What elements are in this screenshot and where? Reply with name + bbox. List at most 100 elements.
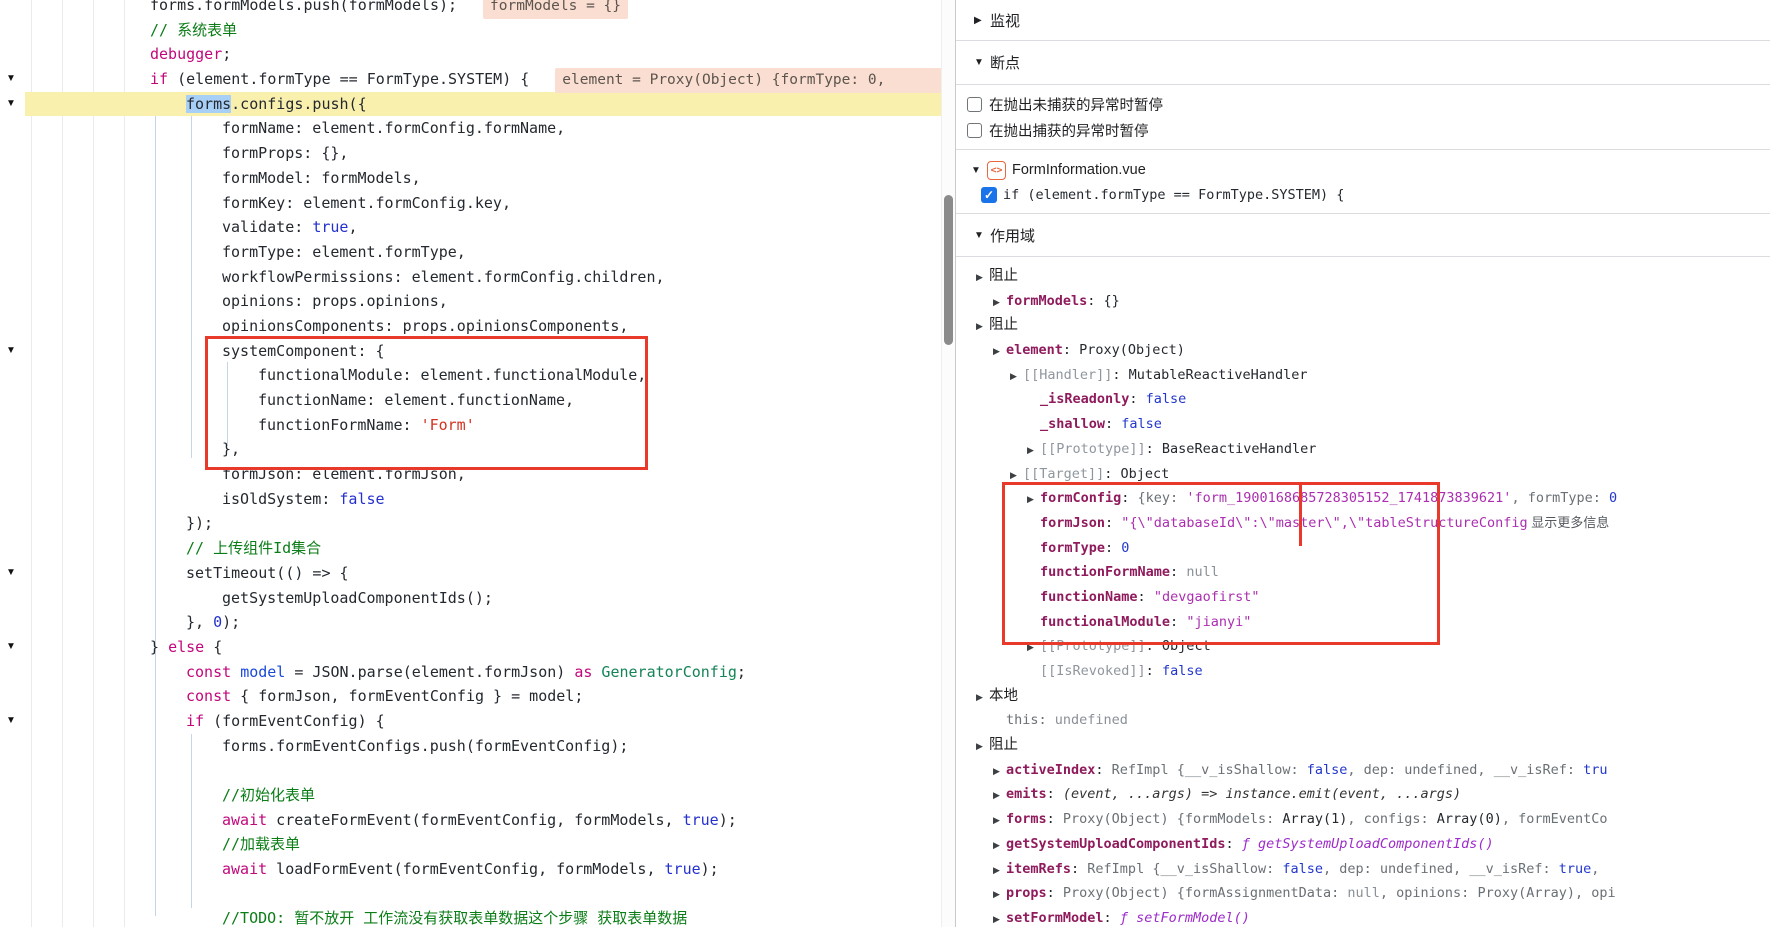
chevron-right-icon[interactable]: ▶: [1027, 438, 1040, 462]
code-line[interactable]: systemComponent: {: [0, 339, 941, 364]
scope-row[interactable]: ▶props: Proxy(Object) {formAssignmentDat…: [956, 881, 1770, 906]
scope-row[interactable]: this: undefined: [956, 708, 1770, 733]
scope-row[interactable]: ▶[[Prototype]]: BaseReactiveHandler: [956, 437, 1770, 462]
chevron-right-icon[interactable]: ▶: [993, 833, 1006, 857]
checkbox-unchecked-icon[interactable]: [967, 97, 982, 112]
code-line[interactable]: },: [0, 437, 941, 462]
scope-row[interactable]: formJson: "{\"databaseId\":\"master\",\"…: [956, 511, 1770, 536]
code-line[interactable]: if (formEventConfig) {: [0, 709, 941, 734]
code-line[interactable]: formJson: element.formJson,: [0, 462, 941, 487]
code-line[interactable]: }, 0);: [0, 610, 941, 635]
code-fold-icon[interactable]: ▼: [4, 97, 18, 111]
code-line[interactable]: //初始化表单: [0, 783, 941, 808]
chevron-right-icon[interactable]: ▶: [993, 858, 1006, 882]
scope-row[interactable]: ▶itemRefs: RefImpl {__v_isShallow: false…: [956, 857, 1770, 882]
scope-row[interactable]: ▶activeIndex: RefImpl {__v_isShallow: fa…: [956, 758, 1770, 783]
chevron-right-icon[interactable]: ▶: [1010, 463, 1023, 487]
scope-row[interactable]: _shallow: false: [956, 412, 1770, 437]
code-line[interactable]: });: [0, 511, 941, 536]
code-line[interactable]: formKey: element.formConfig.key,: [0, 191, 941, 216]
scope-row[interactable]: ▶forms: Proxy(Object) {formModels: Array…: [956, 807, 1770, 832]
scope-row[interactable]: ▶setFormModel: ƒ setFormModel(): [956, 906, 1770, 927]
chevron-right-icon[interactable]: ▶: [976, 734, 989, 758]
chevron-down-icon[interactable]: ▼: [974, 230, 990, 241]
scope-row[interactable]: ▶[[Handler]]: MutableReactiveHandler: [956, 363, 1770, 388]
editor-scrollbar-track[interactable]: [941, 0, 955, 927]
code-fold-icon[interactable]: ▼: [4, 566, 18, 580]
scope-row[interactable]: _isReadonly: false: [956, 387, 1770, 412]
section-watch[interactable]: ▶ 监视: [956, 0, 1770, 41]
breakpoint-file-row[interactable]: ▼ <> FormInformation.vue: [956, 158, 1770, 182]
section-scope[interactable]: ▼ 作用域: [956, 214, 1770, 257]
code-line[interactable]: [0, 882, 941, 907]
chevron-down-icon[interactable]: ▼: [971, 165, 985, 176]
chevron-right-icon[interactable]: ▶: [1027, 635, 1040, 659]
code-fold-icon[interactable]: ▼: [4, 72, 18, 86]
breakpoint-code-snippet[interactable]: if (element.formType == FormType.SYSTEM)…: [1003, 187, 1344, 203]
chevron-right-icon[interactable]: ▶: [1010, 364, 1023, 388]
code-line[interactable]: const model = JSON.parse(element.formJso…: [0, 660, 941, 685]
scope-row[interactable]: ▶阻止: [956, 313, 1770, 338]
scope-row[interactable]: ▶emits: (event, ...args) => instance.emi…: [956, 782, 1770, 807]
code-line[interactable]: isOldSystem: false: [0, 487, 941, 512]
scope-row[interactable]: functionFormName: null: [956, 560, 1770, 585]
scope-row[interactable]: ▶[[Target]]: Object: [956, 462, 1770, 487]
editor-scrollbar-thumb[interactable]: [944, 195, 953, 345]
chevron-down-icon[interactable]: ▼: [974, 57, 990, 68]
code-line[interactable]: opinions: props.opinions,: [0, 289, 941, 314]
code-line[interactable]: [0, 758, 941, 783]
chevron-right-icon[interactable]: ▶: [993, 339, 1006, 363]
chevron-right-icon[interactable]: ▶: [993, 759, 1006, 783]
chevron-right-icon[interactable]: ▶: [976, 314, 989, 338]
checkbox-unchecked-icon[interactable]: [967, 123, 982, 138]
scope-row[interactable]: ▶getSystemUploadComponentIds: ƒ getSyste…: [956, 832, 1770, 857]
breakpoint-entry-row[interactable]: ✓ if (element.formType == FormType.SYSTE…: [956, 182, 1770, 207]
code-line[interactable]: formProps: {},: [0, 141, 941, 166]
code-line[interactable]: workflowPermissions: element.formConfig.…: [0, 265, 941, 290]
section-breakpoints[interactable]: ▼ 断点: [956, 41, 1770, 85]
code-line[interactable]: functionFormName: 'Form': [0, 413, 941, 438]
code-line[interactable]: opinionsComponents: props.opinionsCompon…: [0, 314, 941, 339]
scope-row[interactable]: functionName: "devgaofirst": [956, 585, 1770, 610]
checkbox-checked-icon[interactable]: ✓: [981, 187, 997, 203]
code-line[interactable]: debugger;: [0, 42, 941, 67]
code-line[interactable]: forms.formModels.push(formModels);formMo…: [0, 0, 941, 18]
scope-row[interactable]: ▶formModels: {}: [956, 289, 1770, 314]
chevron-right-icon[interactable]: ▶: [1027, 487, 1040, 511]
code-line[interactable]: await loadFormEvent(formEventConfig, for…: [0, 857, 941, 882]
code-line[interactable]: formType: element.formType,: [0, 240, 941, 265]
chevron-right-icon[interactable]: ▶: [976, 265, 989, 289]
scope-row[interactable]: ▶[[Prototype]]: Object: [956, 634, 1770, 659]
code-fold-icon[interactable]: ▼: [4, 640, 18, 654]
code-line[interactable]: functionalModule: element.functionalModu…: [0, 363, 941, 388]
code-line[interactable]: await createFormEvent(formEventConfig, f…: [0, 808, 941, 833]
code-line[interactable]: // 系统表单: [0, 18, 941, 43]
code-line[interactable]: formName: element.formConfig.formName,: [0, 116, 941, 141]
chevron-right-icon[interactable]: ▶: [993, 907, 1006, 927]
code-line[interactable]: functionName: element.functionName,: [0, 388, 941, 413]
code-line[interactable]: //加载表单: [0, 832, 941, 857]
code-line[interactable]: } else {: [0, 635, 941, 660]
pause-uncaught-exceptions-row[interactable]: 在抛出未捕获的异常时暂停: [967, 91, 1770, 117]
chevron-right-icon[interactable]: ▶: [974, 15, 990, 26]
chevron-right-icon[interactable]: ▶: [993, 882, 1006, 906]
code-line[interactable]: forms.formEventConfigs.push(formEventCon…: [0, 734, 941, 759]
code-line[interactable]: setTimeout(() => {: [0, 561, 941, 586]
chevron-right-icon[interactable]: ▶: [993, 290, 1006, 314]
code-line[interactable]: validate: true,: [0, 215, 941, 240]
code-line[interactable]: // 上传组件Id集合: [0, 536, 941, 561]
scope-row[interactable]: ▶阻止: [956, 264, 1770, 289]
code-fold-icon[interactable]: ▼: [4, 714, 18, 728]
code-line[interactable]: if (element.formType == FormType.SYSTEM)…: [0, 67, 941, 92]
code-line[interactable]: //TODO: 暂不放开 工作流没有获取表单数据这个步骤 获取表单数据: [0, 906, 941, 927]
scope-row[interactable]: ▶本地: [956, 684, 1770, 709]
scope-row[interactable]: formType: 0: [956, 536, 1770, 561]
chevron-right-icon[interactable]: ▶: [993, 783, 1006, 807]
scope-row[interactable]: ▶阻止: [956, 733, 1770, 758]
code-line[interactable]: formModel: formModels,: [0, 166, 941, 191]
code-line[interactable]: const { formJson, formEventConfig } = mo…: [0, 684, 941, 709]
code-line[interactable]: getSystemUploadComponentIds();: [0, 586, 941, 611]
chevron-right-icon[interactable]: ▶: [976, 685, 989, 709]
chevron-right-icon[interactable]: ▶: [993, 808, 1006, 832]
scope-row[interactable]: functionalModule: "jianyi": [956, 610, 1770, 635]
